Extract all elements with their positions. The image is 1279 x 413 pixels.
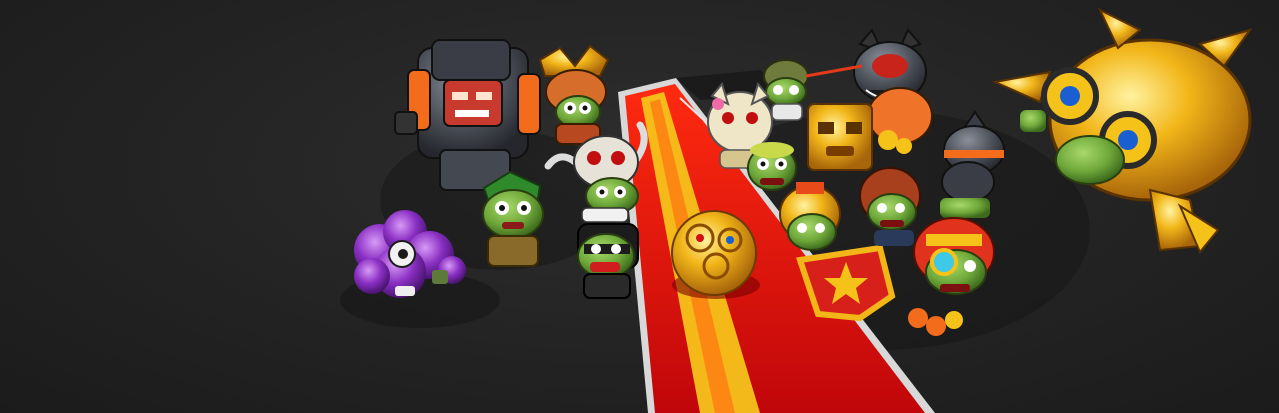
samurai-helmet-zombie-icon xyxy=(538,44,610,145)
bald-zombie-icon xyxy=(747,142,797,191)
green-hood-zombie-icon xyxy=(482,170,544,267)
banner-scene xyxy=(340,7,1253,413)
game-banner xyxy=(0,0,1279,413)
ninja-zombie-icon xyxy=(577,223,639,299)
tiki-box-zombie-icon xyxy=(807,103,873,171)
